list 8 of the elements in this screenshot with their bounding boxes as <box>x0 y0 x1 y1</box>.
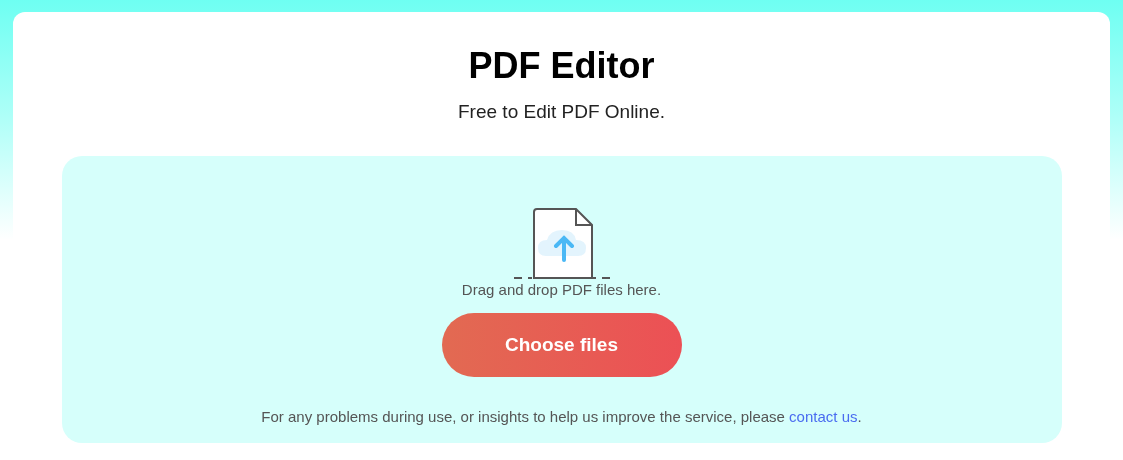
choose-files-button[interactable]: Choose files <box>441 313 682 377</box>
contact-link[interactable]: contact us <box>789 408 858 425</box>
subtitle: Free to Edit PDF Online. <box>458 100 665 124</box>
help-note: For any problems during use, or insights to help us improve the service, please contact us. <box>261 407 862 427</box>
page-title: PDF Editor <box>468 44 655 88</box>
drop-hint: Drag and drop PDF files here. <box>461 281 662 299</box>
file-upload-icon <box>513 208 610 280</box>
drop-zone[interactable]: Drag and drop PDF files here. Choose files For any problems during use, or insights to help us improve the service, please contact us. <box>61 156 1062 443</box>
